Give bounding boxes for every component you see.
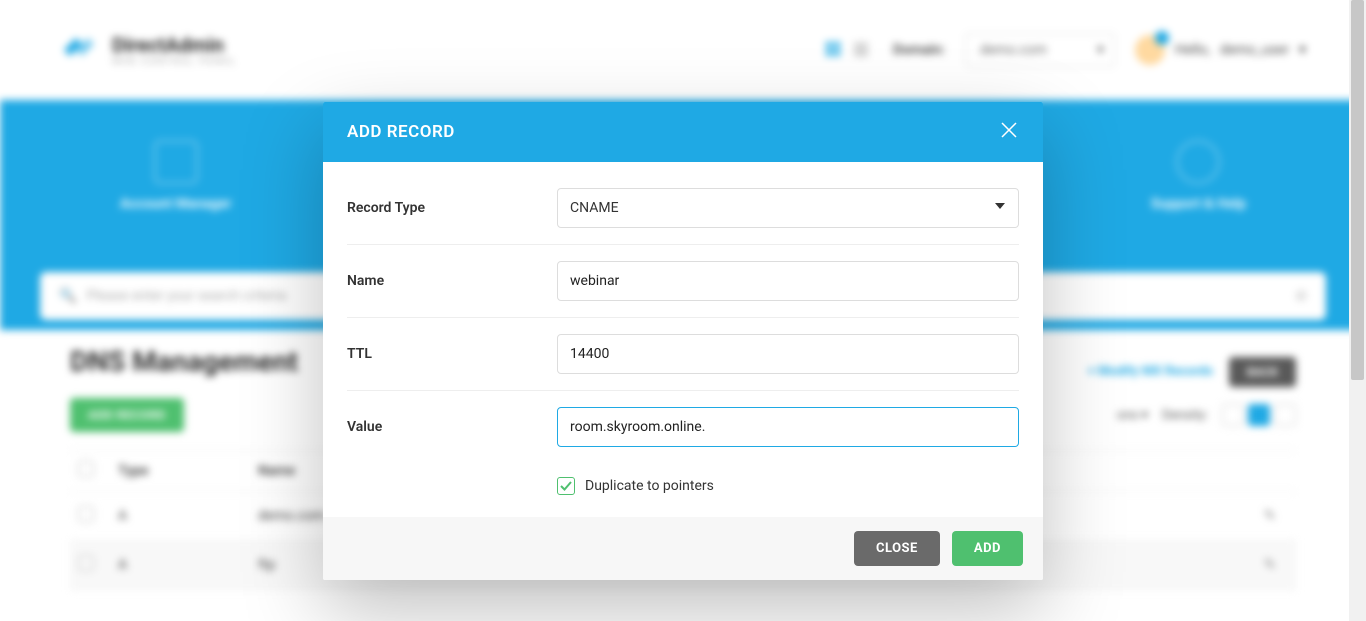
- modal-overlay: ADD RECORD Record Type CNAME Name: [0, 0, 1366, 621]
- ttl-field[interactable]: [570, 346, 1006, 362]
- label-name: Name: [347, 273, 537, 289]
- add-button[interactable]: ADD: [952, 531, 1023, 566]
- duplicate-label: Duplicate to pointers: [585, 478, 714, 494]
- value-field[interactable]: [570, 419, 1006, 435]
- row-record-type: Record Type CNAME: [347, 172, 1019, 245]
- label-ttl: TTL: [347, 346, 537, 362]
- modal-title: ADD RECORD: [347, 122, 455, 142]
- add-record-modal: ADD RECORD Record Type CNAME Name: [323, 102, 1043, 580]
- label-value: Value: [347, 419, 537, 435]
- chevron-down-icon: [994, 200, 1006, 216]
- name-input[interactable]: [557, 261, 1019, 301]
- record-type-value: CNAME: [570, 200, 619, 216]
- record-type-select[interactable]: CNAME: [557, 188, 1019, 228]
- duplicate-checkbox[interactable]: [557, 477, 575, 495]
- modal-header: ADD RECORD: [323, 102, 1043, 162]
- close-icon[interactable]: [999, 120, 1019, 144]
- modal-body: Record Type CNAME Name: [323, 162, 1043, 517]
- ttl-input[interactable]: [557, 334, 1019, 374]
- row-ttl: TTL: [347, 318, 1019, 391]
- row-value: Value: [347, 391, 1019, 463]
- label-record-type: Record Type: [347, 200, 537, 216]
- row-name: Name: [347, 245, 1019, 318]
- value-input[interactable]: [557, 407, 1019, 447]
- name-field[interactable]: [570, 273, 1006, 289]
- row-duplicate: Duplicate to pointers: [347, 463, 1019, 517]
- close-button[interactable]: CLOSE: [854, 531, 940, 566]
- modal-footer: CLOSE ADD: [323, 517, 1043, 580]
